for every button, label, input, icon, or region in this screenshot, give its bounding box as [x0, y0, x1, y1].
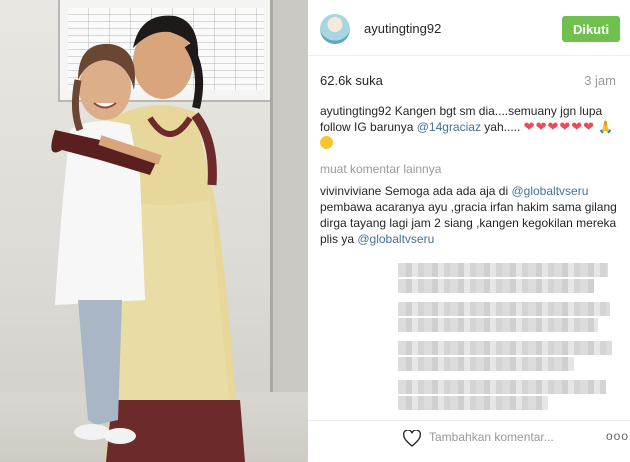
post-stats: 62.6k suka 3 jam: [320, 73, 620, 91]
blurred-comment-line: [398, 263, 608, 277]
person-white-top: [51, 43, 162, 444]
smile-emoji-icon: [320, 136, 333, 149]
post-time[interactable]: 3 jam: [584, 73, 616, 88]
blurred-comment-line: [398, 302, 610, 316]
caption-tail: yah.....: [484, 120, 521, 134]
blurred-comment-line: [398, 357, 574, 371]
post-footer: Tambahkan komentar... ooo: [308, 420, 630, 462]
caption: ayutingting92 Kangen bgt sm dia....semua…: [320, 103, 618, 151]
avatar[interactable]: [320, 14, 350, 44]
more-options-icon[interactable]: ooo: [606, 429, 629, 443]
blurred-comment-line: [398, 380, 606, 394]
comments-section: ayutingting92 Kangen bgt sm dia....semua…: [320, 103, 618, 247]
heart-outline-icon[interactable]: [403, 430, 421, 447]
blurred-comment-line: [398, 341, 612, 355]
comment-mention-2[interactable]: @globaltvseru: [357, 232, 434, 246]
comment-item: vivinviviane Semoga ada ada aja di @glob…: [320, 183, 618, 247]
blurred-comment-line: [398, 318, 598, 332]
comment-mention-1[interactable]: @globaltvseru: [511, 184, 588, 198]
blurred-comment-line: [398, 396, 548, 410]
comment-text-1: Semoga ada ada aja di: [384, 184, 509, 198]
username-link[interactable]: ayutingting92: [364, 21, 441, 36]
comment-username[interactable]: vivinviviane: [320, 184, 381, 198]
post-photo[interactable]: [0, 0, 308, 462]
add-comment-input[interactable]: Tambahkan komentar...: [429, 430, 554, 444]
caption-mention[interactable]: @14graciaz: [417, 120, 481, 134]
load-more-comments[interactable]: muat komentar lainnya: [320, 161, 618, 177]
likes-count[interactable]: 62.6k suka: [320, 73, 383, 88]
blurred-comment-line: [398, 279, 594, 293]
caption-username[interactable]: ayutingting92: [320, 104, 391, 118]
praying-hands-emoji-icon: 🙏: [598, 120, 614, 134]
post-header: ayutingting92 Dikuti: [308, 0, 630, 56]
follow-button[interactable]: Dikuti: [562, 16, 620, 42]
heart-emoji-icon: ❤❤❤❤❤❤: [523, 119, 596, 134]
